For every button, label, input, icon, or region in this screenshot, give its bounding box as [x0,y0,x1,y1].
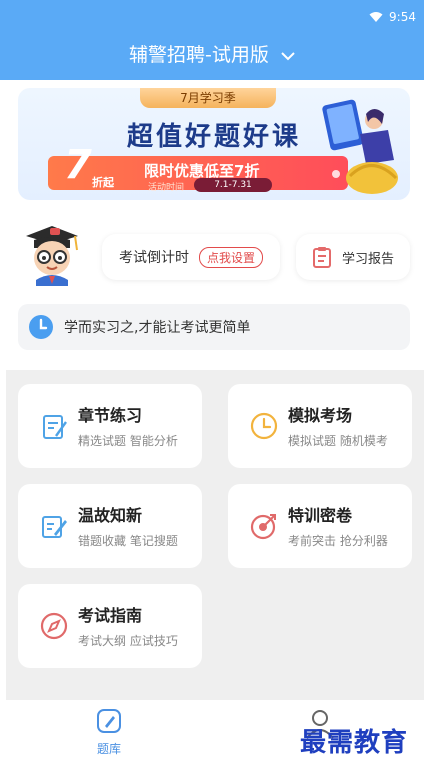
watermark-text: 最需教育 [300,728,409,758]
card-mock-exam[interactable]: 模拟考场 模拟试题 随机模考 [228,384,412,468]
tab-tiku[interactable]: 题库 [84,708,134,757]
motto-text: 学而实习之,才能让考试更简单 [64,320,251,336]
card-subtitle: 错题收藏 笔记搜题 [78,534,178,548]
card-title: 章节练习 [78,406,143,425]
edit-document-icon [43,415,67,439]
study-report-button[interactable]: 学习报告 [296,234,410,280]
banner-time-range: 7.1-7.31 [194,178,272,192]
set-countdown-button[interactable]: 点我设置 [198,246,263,268]
chevron-down-icon [281,51,295,60]
app-header: 9:54 辅警招聘-试用版 [0,0,424,80]
target-icon [250,514,276,540]
card-chapter-practice[interactable]: 章节练习 精选试题 智能分析 [18,384,202,468]
card-subtitle: 考试大纲 应试技巧 [78,634,178,648]
card-title: 模拟考场 [288,406,353,425]
clock-icon [250,412,278,440]
page-title: 辅警招聘-试用版 [129,44,269,66]
mascot-avatar [26,226,78,286]
pencil-note-icon [42,516,67,538]
tab-tiku-label: 题库 [96,742,121,756]
study-report-label: 学习报告 [341,251,394,267]
card-subtitle: 考前突击 抢分利器 [288,534,388,548]
clock-icon [29,315,53,339]
promo-banner[interactable]: 7月学习季 超值好题好课 7 折起 限时优惠低至7折 活动时间 7.1-7.31 [18,88,410,200]
question-bank-icon [97,709,121,733]
wifi-icon [369,12,383,22]
motto-bar: 学而实习之,才能让考试更简单 [18,304,410,350]
exam-selector[interactable]: 辅警招聘-试用版 [0,40,424,67]
card-subtitle: 模拟试题 随机模考 [288,434,388,448]
card-subtitle: 精选试题 智能分析 [78,434,178,448]
banner-time-label: 活动时间 [148,183,185,193]
card-exam-guide[interactable]: 考试指南 考试大纲 应试技巧 [18,584,202,668]
banner-number: 7 [64,142,92,188]
report-icon [312,247,331,268]
status-time: 9:54 [389,10,416,24]
countdown-label: 考试倒计时 [118,250,189,266]
card-title: 温故知新 [78,506,143,525]
card-title: 特训密卷 [288,506,353,525]
banner-number-unit: 折起 [92,176,114,189]
exam-countdown-card: 考试倒计时 点我设置 [102,234,280,280]
status-bar: 9:54 [369,8,416,26]
card-title: 考试指南 [78,606,143,625]
banner-illustration [322,99,398,194]
banner-tag: 7月学习季 [140,88,276,108]
card-special-papers[interactable]: 特训密卷 考前突击 抢分利器 [228,484,412,568]
compass-icon [40,612,68,640]
card-review[interactable]: 温故知新 错题收藏 笔记搜题 [18,484,202,568]
